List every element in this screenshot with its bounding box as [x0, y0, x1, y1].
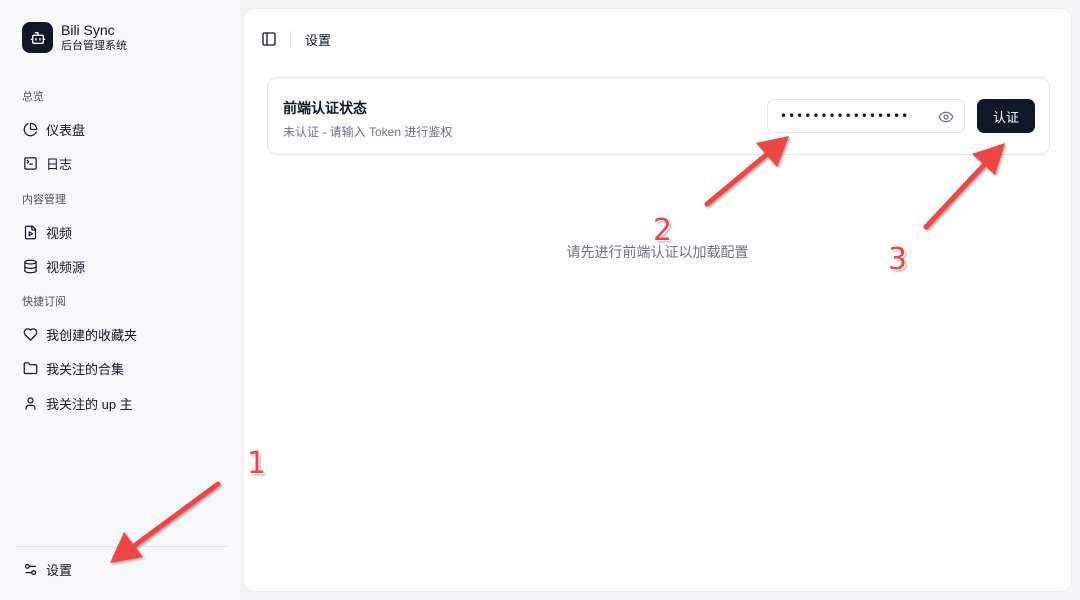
sidebar-item-label: 我关注的合集 [46, 361, 125, 377]
authenticate-button[interactable]: 认证 [977, 99, 1035, 133]
sidebar-item-label: 日志 [46, 156, 73, 172]
breadcrumb: 设置 [305, 32, 332, 48]
database-icon [22, 258, 38, 274]
annotation-number-3: 3 [888, 242, 908, 277]
folder-icon [22, 360, 38, 376]
annotation-number-1: 1 [247, 446, 267, 481]
brand-subtitle: 后台管理系统 [61, 40, 127, 52]
sidebar-item-videos[interactable]: 视频 [22, 222, 72, 242]
sidebar-item-logs[interactable]: 日志 [22, 153, 72, 173]
sidebar-toggle-icon[interactable] [260, 30, 278, 48]
main-panel: 设置 前端认证状态 未认证 - 请输入 Token 进行鉴权 认证 请先进行前端… [243, 8, 1072, 592]
annotation-number-2: 2 [653, 213, 673, 248]
sidebar: Bili Sync 后台管理系统 总览 仪表盘 日志 内容管理 视频 视频源 快… [0, 0, 240, 600]
sidebar-item-video-sources[interactable]: 视频源 [22, 256, 85, 276]
sidebar-item-dashboard[interactable]: 仪表盘 [22, 119, 85, 139]
card-description: 未认证 - 请输入 Token 进行鉴权 [283, 125, 453, 139]
token-input[interactable] [780, 101, 940, 131]
sidebar-item-my-favorites[interactable]: 我创建的收藏夹 [22, 324, 137, 344]
sidebar-item-label: 仪表盘 [46, 122, 86, 138]
heart-icon [22, 326, 38, 342]
brand-title: Bili Sync [61, 22, 115, 38]
sidebar-item-label: 设置 [46, 562, 73, 578]
group-label-content: 内容管理 [22, 194, 66, 206]
sidebar-item-label: 视频 [46, 225, 73, 241]
token-field [767, 99, 965, 133]
user-icon [22, 395, 38, 411]
sidebar-item-label: 我关注的 up 主 [46, 396, 133, 412]
bot-icon [22, 22, 53, 53]
eye-icon[interactable] [938, 109, 954, 125]
card-title: 前端认证状态 [283, 100, 367, 116]
sidebar-item-label: 我创建的收藏夹 [46, 327, 138, 343]
topbar-separator [290, 30, 291, 48]
group-label-overview: 总览 [22, 91, 44, 103]
file-video-icon [22, 224, 38, 240]
pie-chart-icon [22, 121, 38, 137]
topbar: 设置 [260, 29, 331, 49]
sidebar-item-settings[interactable]: 设置 [22, 559, 72, 579]
sidebar-item-followed-uploaders[interactable]: 我关注的 up 主 [22, 393, 133, 413]
terminal-icon [22, 155, 38, 171]
sidebar-divider [16, 546, 228, 547]
settings-sliders-icon [22, 561, 38, 577]
group-label-subscriptions: 快捷订阅 [22, 296, 66, 308]
sidebar-item-followed-collections[interactable]: 我关注的合集 [22, 358, 124, 378]
auth-status-card: 前端认证状态 未认证 - 请输入 Token 进行鉴权 认证 [267, 77, 1050, 155]
sidebar-item-label: 视频源 [46, 259, 86, 275]
brand[interactable]: Bili Sync 后台管理系统 [22, 22, 127, 53]
